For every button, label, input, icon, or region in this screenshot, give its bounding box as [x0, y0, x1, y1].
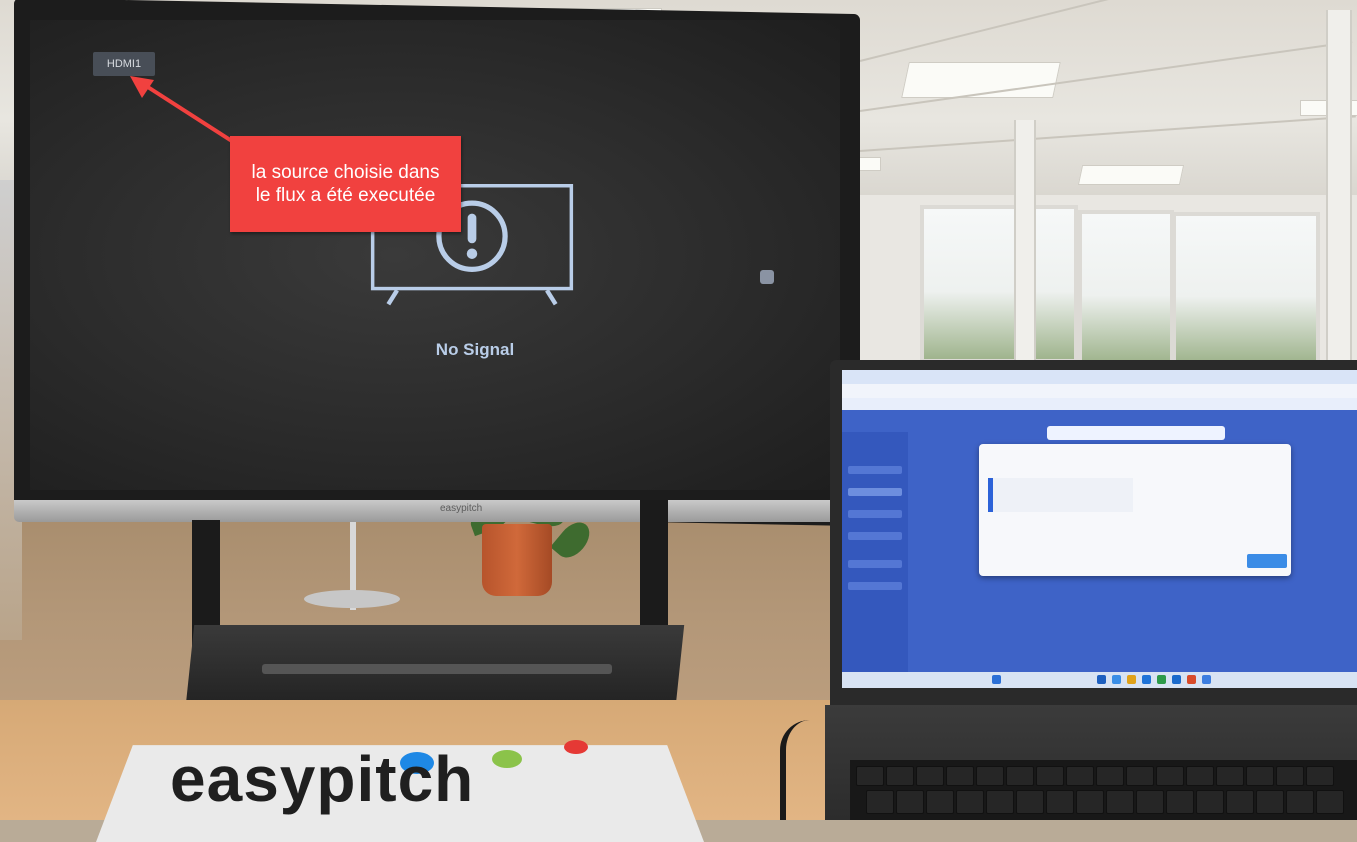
key — [986, 790, 1014, 814]
key — [1106, 790, 1134, 814]
key — [956, 790, 984, 814]
os-taskbar — [842, 672, 1357, 688]
key — [1316, 790, 1344, 814]
taskbar-icon — [1127, 675, 1136, 684]
key — [1166, 790, 1194, 814]
stool-base — [304, 590, 400, 608]
window — [1172, 212, 1320, 366]
browser-address-bar — [842, 384, 1357, 398]
logo-dot-green — [492, 750, 522, 768]
tv-brand-label: easypitch — [440, 503, 483, 514]
key — [1276, 766, 1304, 786]
sidebar-item — [848, 560, 902, 568]
taskbar-icon — [1097, 675, 1106, 684]
plant-pot — [482, 524, 552, 596]
column — [1014, 120, 1036, 365]
screen-cursor-dot — [760, 270, 774, 284]
key — [1046, 790, 1074, 814]
key — [1196, 790, 1224, 814]
key — [1186, 766, 1214, 786]
key — [916, 766, 944, 786]
key — [1036, 766, 1064, 786]
sidebar-item — [848, 466, 902, 474]
key — [886, 766, 914, 786]
key — [1136, 790, 1164, 814]
key — [946, 766, 974, 786]
key — [976, 766, 1004, 786]
taskbar-icon — [992, 675, 1001, 684]
key — [866, 790, 894, 814]
tv-chin — [14, 500, 854, 522]
key — [1216, 766, 1244, 786]
key — [1096, 766, 1124, 786]
key — [896, 790, 924, 814]
logo-dot-red — [564, 740, 588, 754]
sidebar-item — [848, 532, 902, 540]
product-logo-text: easypitch — [170, 743, 475, 815]
key — [1256, 790, 1284, 814]
key — [1226, 790, 1254, 814]
sidebar-item — [848, 582, 902, 590]
taskbar-icon — [1142, 675, 1151, 684]
browser-tabs — [842, 370, 1357, 384]
key — [1306, 766, 1334, 786]
browser-bookmarks — [842, 398, 1357, 410]
window — [920, 205, 1078, 363]
taskbar-icon — [1202, 675, 1211, 684]
column — [1326, 10, 1352, 370]
annotation-callout: la source choisie dans le flux a été exe… — [230, 136, 461, 232]
key — [1126, 766, 1154, 786]
taskbar-icon — [1172, 675, 1181, 684]
laptop-keyboard — [850, 760, 1357, 820]
key — [1006, 766, 1034, 786]
ceiling-light — [1077, 165, 1185, 185]
key — [1076, 790, 1104, 814]
taskbar-icon — [1187, 675, 1196, 684]
shelf-slot — [262, 664, 612, 674]
key — [1066, 766, 1094, 786]
sidebar-item — [848, 510, 902, 518]
callout-line-1: la source choisie dans — [251, 162, 440, 183]
toast-notification — [1047, 426, 1225, 440]
key — [926, 790, 954, 814]
window — [1078, 210, 1174, 366]
modal-flow-card — [988, 478, 1133, 512]
key — [1246, 766, 1274, 786]
callout-line-2: le flux a été executée — [255, 185, 436, 206]
key — [856, 766, 884, 786]
app-sidebar — [842, 432, 908, 672]
modal-confirm-button — [1247, 554, 1287, 568]
key — [1286, 790, 1314, 814]
taskbar-icon — [1112, 675, 1121, 684]
no-signal-text: No Signal — [435, 340, 515, 359]
taskbar-icon — [1157, 675, 1166, 684]
key — [1156, 766, 1184, 786]
key — [1016, 790, 1044, 814]
laptop-screen — [842, 370, 1357, 688]
sidebar-item — [848, 488, 902, 496]
